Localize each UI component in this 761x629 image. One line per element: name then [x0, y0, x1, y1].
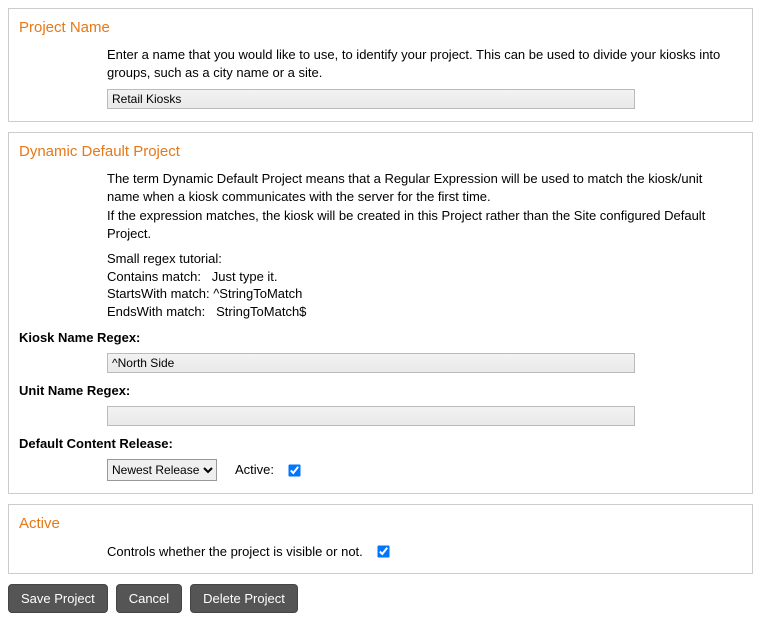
- delete-project-button[interactable]: Delete Project: [190, 584, 298, 613]
- dynamic-title: Dynamic Default Project: [19, 143, 742, 160]
- project-name-title: Project Name: [19, 19, 742, 36]
- cancel-button[interactable]: Cancel: [116, 584, 182, 613]
- regex-tut-1: Contains match: Just type it.: [107, 268, 732, 286]
- default-release-label: Default Content Release:: [19, 436, 742, 451]
- dynamic-desc-1: The term Dynamic Default Project means t…: [107, 170, 732, 205]
- regex-tut-2: StartsWith match: ^StringToMatch: [107, 285, 732, 303]
- active-panel: Active Controls whether the project is v…: [8, 504, 753, 574]
- regex-tutorial: Small regex tutorial: Contains match: Ju…: [107, 250, 732, 320]
- active-checkbox[interactable]: [377, 546, 389, 558]
- unit-regex-label: Unit Name Regex:: [19, 383, 742, 398]
- project-name-panel: Project Name Enter a name that you would…: [8, 8, 753, 122]
- unit-regex-input[interactable]: [107, 406, 635, 426]
- dynamic-active-checkbox[interactable]: [288, 464, 300, 476]
- project-name-input[interactable]: [107, 89, 635, 109]
- kiosk-regex-label: Kiosk Name Regex:: [19, 330, 742, 345]
- dynamic-active-label: Active:: [235, 462, 274, 477]
- dynamic-default-panel: Dynamic Default Project The term Dynamic…: [8, 132, 753, 494]
- regex-tut-header: Small regex tutorial:: [107, 250, 732, 268]
- save-project-button[interactable]: Save Project: [8, 584, 108, 613]
- default-release-select[interactable]: Newest Release: [107, 459, 217, 481]
- active-title: Active: [19, 515, 742, 532]
- project-name-desc: Enter a name that you would like to use,…: [107, 46, 732, 81]
- kiosk-regex-input[interactable]: [107, 353, 635, 373]
- active-desc: Controls whether the project is visible …: [107, 544, 363, 559]
- dynamic-desc-2: If the expression matches, the kiosk wil…: [107, 207, 732, 242]
- button-row: Save Project Cancel Delete Project: [8, 584, 753, 613]
- regex-tut-3: EndsWith match: StringToMatch$: [107, 303, 732, 321]
